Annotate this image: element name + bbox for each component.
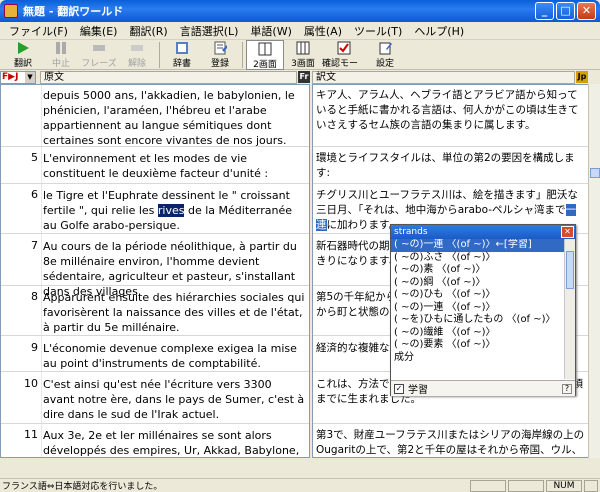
learn-label: 学習 [408,385,428,396]
translation-candidates-popup[interactable]: strands ✕ ( ~の)一連 〈(of ~)〉←[学習] ( ~の)ふさ … [390,224,576,396]
candidate-item[interactable]: ( ~の)ひも 〈(of ~)〉 [391,289,565,302]
toolbar-separator [242,42,243,68]
menu-language[interactable]: 言語選択(L) [174,23,245,39]
target-header: 訳文 Jp [312,70,588,84]
title-bar: 無題 - 翻訳ワールド _ □ ✕ [0,0,600,22]
language-direction-select[interactable]: F▶J ▼ [0,70,36,84]
candidate-item[interactable]: ( ~を)ひもに通したもの 〈(of ~)〉 [391,314,565,327]
chevron-down-icon: ▼ [25,71,35,83]
dictionary-icon [174,41,190,55]
settings-icon [377,41,393,55]
popup-title-bar: strands ✕ [391,225,575,239]
three-pane-icon [295,41,311,55]
two-pane-icon [257,42,273,56]
source-label: 原文 [40,70,297,84]
popup-footer: ✓ 学習 ? [391,380,575,396]
toolbar-separator [159,42,160,68]
minimize-button[interactable]: _ [535,2,554,20]
register-button[interactable]: 登録 [201,40,239,70]
confirm-mode-icon [336,41,352,55]
menu-tools[interactable]: ツール(T) [348,23,408,39]
translate-button[interactable]: 翻訳 [4,40,42,70]
app-icon [4,4,18,18]
register-icon [212,41,228,55]
status-cell [470,479,506,492]
candidate-item[interactable]: ( ~の)要素 〈(of ~)〉 [391,339,565,352]
popup-scrollbar-thumb[interactable] [566,251,574,289]
candidate-item[interactable]: ( ~の)綱 〈(of ~)〉 [391,277,565,290]
status-cell [584,479,598,492]
candidate-item[interactable]: 成分 [391,352,565,365]
source-header: F▶J ▼ 原文 Fr [0,70,310,84]
status-cell [508,479,544,492]
menu-bar: ファイル(F) 編集(E) 翻訳(R) 言語選択(L) 単語(W) 属性(A) … [0,22,600,40]
menu-translate[interactable]: 翻訳(R) [123,23,173,39]
dictionary-button[interactable]: 辞書 [163,40,201,70]
scrollbar-thumb[interactable] [590,168,600,178]
close-icon[interactable]: ✕ [561,226,574,238]
popup-title: strands [394,227,428,237]
unlink-icon [129,41,145,55]
vertical-scrollbar[interactable] [588,84,600,458]
confirm-mode-button[interactable]: 確認モード [322,40,366,82]
two-pane-button[interactable]: 2画面 [246,40,284,70]
pause-icon [53,41,69,55]
horizontal-area [0,458,600,478]
play-icon [15,41,31,55]
toolbar: 翻訳 中止 フレーズ 解除 辞書 登録 2画面 3画面 確認モード 設定 [0,40,600,82]
unlink-button[interactable]: 解除 [118,40,156,70]
window-title: 無題 - 翻訳ワールド [23,5,124,18]
menu-attribute[interactable]: 属性(A) [298,23,348,39]
phrase-button[interactable]: フレーズ [80,40,118,70]
learn-checkbox[interactable]: ✓ [394,383,404,394]
candidate-item[interactable]: ( ~の)ふさ 〈(of ~)〉 [391,252,565,265]
three-pane-button[interactable]: 3画面 [284,40,322,70]
candidate-list[interactable]: ( ~の)一連 〈(of ~)〉←[学習] ( ~の)ふさ 〈(of ~)〉 (… [391,239,565,379]
status-bar: フランス語⇔日本語対応を行いました。 NUM [0,478,600,492]
close-button[interactable]: ✕ [577,2,596,20]
source-pane[interactable]: depuis 5000 ans, l'akkadien, le babyloni… [0,84,310,458]
menu-word[interactable]: 単語(W) [244,23,297,39]
source-lang-badge: Fr [298,71,310,83]
settings-button[interactable]: 設定 [366,40,404,70]
maximize-button[interactable]: □ [556,2,575,20]
target-label: 訳文 [312,70,575,84]
num-lock-indicator: NUM [546,479,582,492]
menu-help[interactable]: ヘルプ(H) [408,23,470,39]
help-icon[interactable]: ? [562,383,572,394]
selected-word[interactable]: rives [157,204,185,217]
popup-scrollbar[interactable] [564,239,575,379]
candidate-item[interactable]: ( ~の)一連 〈(of ~)〉←[学習] [391,239,565,252]
status-text: フランス語⇔日本語対応を行いました。 [2,482,163,492]
phrase-icon [91,41,107,55]
candidate-item[interactable]: ( ~の)一連 〈(of ~)〉 [391,302,565,315]
candidate-item[interactable]: ( ~の)繊維 〈(of ~)〉 [391,327,565,340]
menu-edit[interactable]: 編集(E) [74,23,124,39]
menu-file[interactable]: ファイル(F) [3,23,74,39]
candidate-item[interactable]: ( ~の)素 〈(of ~)〉 [391,264,565,277]
stop-button[interactable]: 中止 [42,40,80,70]
target-lang-badge: Jp [576,71,588,83]
